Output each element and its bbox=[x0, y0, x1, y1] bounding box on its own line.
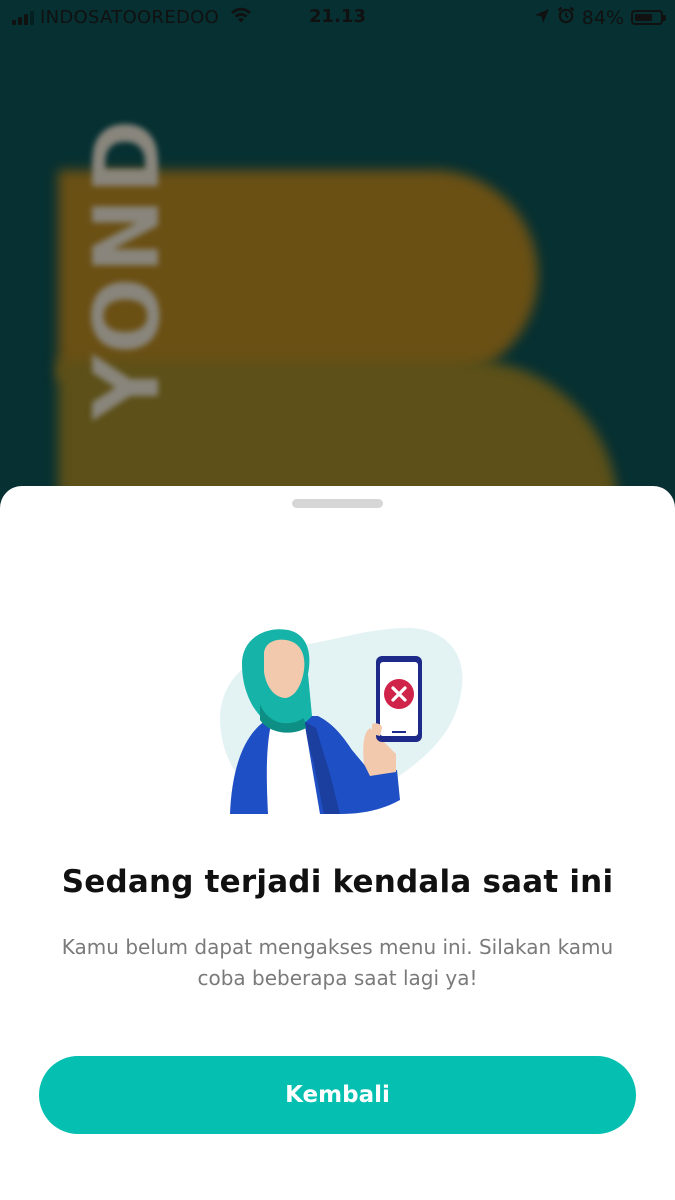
battery-icon bbox=[631, 10, 666, 25]
alarm-icon bbox=[557, 6, 575, 29]
error-bottom-sheet: Sedang terjadi kendala saat ini Kamu bel… bbox=[0, 486, 675, 1200]
drag-handle[interactable] bbox=[292, 499, 383, 508]
location-icon bbox=[534, 7, 550, 29]
sheet-title: Sedang terjadi kendala saat ini bbox=[61, 864, 614, 900]
battery-level bbox=[635, 14, 652, 21]
status-right: 84% bbox=[534, 6, 666, 29]
status-bar: INDOSATOOREDOO 21.13 84% bbox=[0, 0, 675, 34]
sheet-message: Kamu belum dapat mengakses menu ini. Sil… bbox=[61, 935, 614, 990]
back-button[interactable]: Kembali bbox=[39, 1056, 636, 1134]
battery-percent: 84% bbox=[581, 6, 624, 29]
person-with-phone-error-illustration bbox=[212, 624, 464, 814]
